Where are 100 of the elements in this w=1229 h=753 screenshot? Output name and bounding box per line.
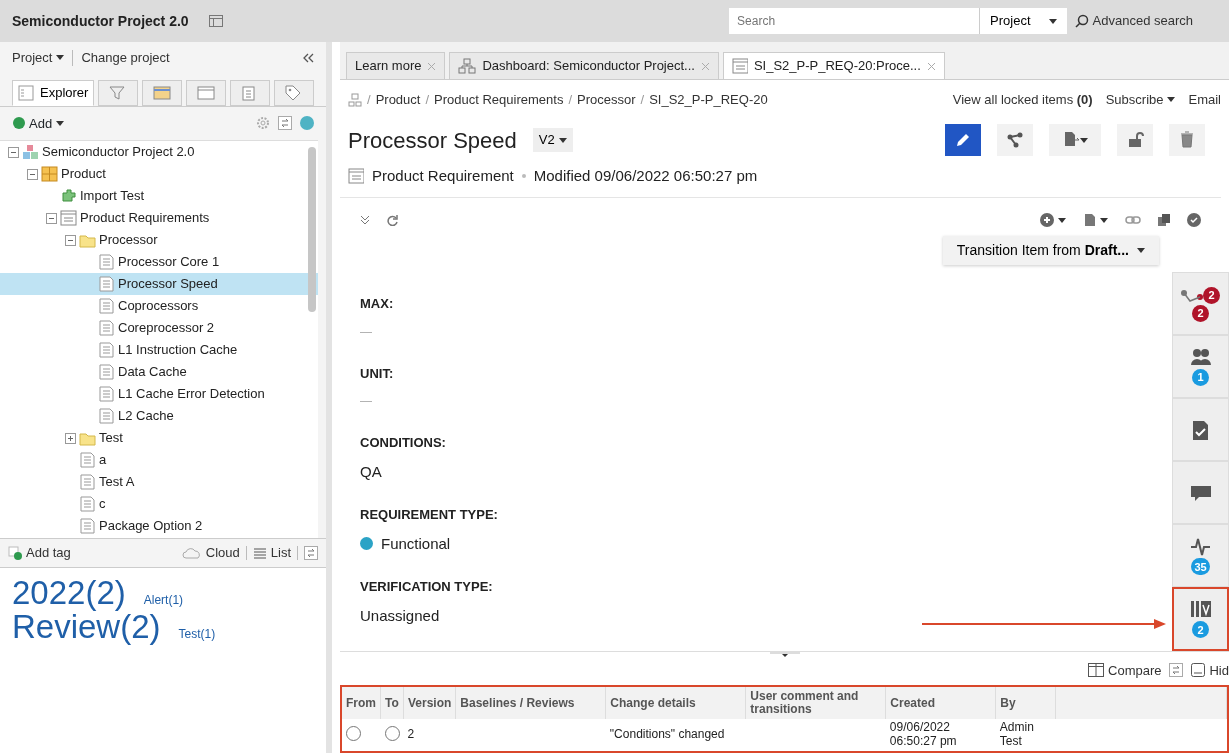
field-value: Functional [381, 533, 451, 554]
collapse-toggle-icon[interactable] [65, 234, 76, 246]
tree-item[interactable]: Product Requirements [0, 207, 318, 229]
caret-icon [1048, 18, 1057, 24]
tree-item[interactable]: Coreprocessor 2 [0, 317, 318, 339]
tree-item[interactable]: Semiconductor Project 2.0 [0, 141, 318, 163]
close-icon[interactable] [926, 61, 936, 71]
collapse-toggle-icon[interactable] [8, 146, 19, 158]
expand-all-icon[interactable] [360, 215, 370, 225]
relationships-panel-button[interactable]: 2 2 [1172, 272, 1229, 336]
project-menu[interactable]: Project [12, 48, 65, 68]
document-tab[interactable]: Learn more [346, 52, 446, 79]
explorer-tab[interactable]: Explorer [12, 79, 95, 106]
tag-tab[interactable] [274, 79, 315, 106]
document-icon [79, 474, 96, 490]
expand-toggle-icon[interactable] [65, 432, 76, 444]
tree-item[interactable]: Processor [0, 229, 318, 251]
export-button[interactable] [1049, 124, 1101, 156]
tag-link[interactable]: Review(2) [12, 610, 161, 645]
requirement-icon [348, 167, 364, 184]
to-radio[interactable] [384, 725, 400, 741]
delete-icon [1178, 131, 1196, 149]
tree-item[interactable]: Product [0, 163, 318, 185]
panel-icon[interactable] [208, 15, 223, 27]
share-button[interactable] [997, 124, 1033, 156]
tree-item[interactable]: L1 Instruction Cache [0, 339, 318, 361]
caret-icon [56, 120, 65, 126]
calendar-tab[interactable] [142, 79, 183, 106]
email-link[interactable]: Email [1188, 90, 1221, 110]
check-circle-icon[interactable] [1187, 213, 1201, 227]
edit-button[interactable] [945, 124, 981, 156]
add-tag-link[interactable]: Add tag [8, 543, 71, 563]
scope-dropdown[interactable]: Project [979, 8, 1067, 34]
tree-item[interactable]: Test [0, 427, 318, 449]
version-dropdown[interactable]: V2 [532, 128, 573, 152]
folder-icon [79, 430, 96, 446]
tag-link[interactable]: Test(1) [178, 625, 216, 644]
tree-item[interactable]: Processor Core 1 [0, 251, 318, 273]
tree-item[interactable]: L1 Cache Error Detection [0, 383, 318, 405]
caret-icon [1167, 97, 1176, 103]
requirement-icon [731, 58, 748, 74]
delete-button[interactable] [1169, 124, 1205, 156]
item-title: Processor Speed [348, 126, 517, 155]
add-button[interactable]: Add [12, 112, 66, 134]
caret-icon [1080, 137, 1088, 143]
column-header: Change details [605, 687, 746, 720]
compare-button[interactable]: Compare [1088, 660, 1162, 681]
subscribe-menu[interactable]: Subscribe [1105, 90, 1176, 110]
from-radio[interactable] [346, 725, 361, 741]
column-header: User comment and transitions [745, 687, 886, 720]
tree-item[interactable]: Processor Speed [0, 273, 318, 295]
field-label: VERIFICATION TYPE: [360, 578, 494, 596]
unlock-button[interactable] [1117, 124, 1153, 156]
share-icon [1006, 131, 1024, 149]
document-tab[interactable]: SI_S2_P-P_REQ-20:Proce... [722, 52, 945, 79]
clipboard-tab[interactable] [230, 79, 271, 106]
change-project-link[interactable]: Change project [81, 48, 170, 68]
tag-link[interactable]: 2022(2) [12, 575, 126, 611]
document-tab[interactable]: Dashboard: Semiconductor Project... [449, 52, 719, 79]
splitter-handle-icon[interactable] [769, 651, 800, 658]
document-icon [79, 496, 96, 512]
link-icon[interactable] [1125, 214, 1141, 226]
tree-item[interactable]: L2 Cache [0, 405, 318, 427]
tree-item[interactable]: c [0, 493, 318, 515]
review-panel-button[interactable] [1172, 398, 1229, 462]
collapse-toggle-icon[interactable] [46, 212, 57, 224]
add-menu[interactable] [1039, 212, 1067, 228]
locked-items-link[interactable]: View all locked items (0) [952, 90, 1093, 110]
sync-icon[interactable] [1169, 663, 1184, 678]
tree-item[interactable]: Test A [0, 471, 318, 493]
count-badge: 1 [1192, 369, 1209, 387]
tree-item[interactable]: Coprocessors [0, 295, 318, 317]
sync-icon[interactable] [304, 545, 318, 560]
cloud-view-link[interactable]: Cloud [181, 543, 240, 563]
field-label: CONDITIONS: [360, 434, 447, 452]
breadcrumb-link[interactable]: SI_S2_P-P_REQ-20 [649, 90, 768, 110]
breadcrumb-link[interactable]: Processor [577, 90, 636, 110]
list-view-link[interactable]: List [252, 543, 291, 563]
hide-button[interactable]: Hid [1191, 660, 1229, 681]
transition-dropdown[interactable]: Transition Item from Draft... [942, 236, 1159, 265]
comments-panel-button[interactable] [1172, 461, 1229, 525]
tree-item[interactable]: Package Option 2 [0, 515, 318, 537]
sync-icon[interactable] [278, 116, 292, 131]
collapse-icon[interactable] [302, 52, 314, 63]
tree-item[interactable]: Import Test [0, 185, 318, 207]
tree-item[interactable]: Data Cache [0, 361, 318, 383]
breadcrumb-link[interactable]: Product [375, 90, 421, 110]
collapse-toggle-icon[interactable] [27, 168, 38, 180]
copy-icon[interactable] [1157, 213, 1171, 227]
search-field[interactable]: Search [729, 8, 980, 34]
breadcrumb-link[interactable]: Product Requirements [434, 90, 564, 110]
hierarchy-icon [348, 92, 362, 107]
scrollbar[interactable] [308, 147, 316, 312]
tree-item[interactable]: a [0, 449, 318, 471]
document-menu[interactable] [1083, 212, 1109, 228]
document-icon [98, 320, 115, 336]
column-header: To [380, 687, 404, 720]
refresh-icon[interactable] [386, 214, 398, 226]
advanced-search-link[interactable]: Advanced search [1074, 11, 1193, 31]
tag-link[interactable]: Alert(1) [143, 590, 184, 609]
